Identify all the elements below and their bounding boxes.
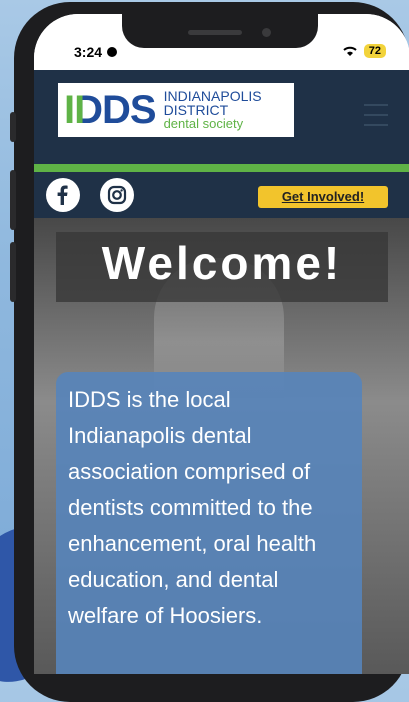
get-involved-button[interactable]: Get Involved! bbox=[258, 186, 388, 208]
volume-up-button bbox=[10, 170, 16, 230]
logo-mark: IDDS bbox=[64, 87, 157, 132]
hamburger-menu-icon[interactable] bbox=[364, 104, 388, 134]
idds-logo[interactable]: IDDS INDIANAPOLIS DISTRICT dental societ… bbox=[58, 83, 294, 137]
status-bar: 3:24 72 bbox=[34, 14, 409, 70]
camera-icon bbox=[262, 28, 271, 37]
logo-line-3: dental society bbox=[163, 116, 244, 131]
phone-screen: 3:24 72 IDDS INDIANAPOLIS DISTRICT denta… bbox=[34, 14, 409, 674]
site-header: IDDS INDIANAPOLIS DISTRICT dental societ… bbox=[34, 70, 409, 172]
volume-down-button bbox=[10, 242, 16, 302]
logo-wordmark: INDIANAPOLIS DISTRICT dental society bbox=[164, 89, 262, 131]
social-bar: Get Involved! bbox=[34, 172, 409, 218]
facebook-icon[interactable] bbox=[46, 178, 80, 212]
mute-switch bbox=[10, 112, 16, 142]
clock: 3:24 bbox=[74, 44, 118, 60]
logo-line-1: INDIANAPOLIS bbox=[163, 88, 262, 104]
notch bbox=[122, 14, 318, 48]
time-label: 3:24 bbox=[74, 44, 103, 60]
hero-section: Welcome! IDDS is the local Indianapolis … bbox=[34, 218, 409, 674]
logo-line-2: DISTRICT bbox=[163, 102, 229, 118]
phone-frame: 3:24 72 IDDS INDIANAPOLIS DISTRICT denta… bbox=[10, 2, 409, 702]
welcome-heading: Welcome! bbox=[101, 237, 343, 289]
battery-indicator: 72 bbox=[363, 44, 386, 58]
about-text: IDDS is the local Indianapolis dental as… bbox=[68, 387, 317, 628]
instagram-icon[interactable] bbox=[100, 178, 134, 212]
speaker-icon bbox=[188, 30, 242, 35]
wifi-icon bbox=[343, 46, 357, 56]
status-icons: 72 bbox=[342, 44, 386, 58]
moon-icon bbox=[107, 47, 118, 57]
about-box: IDDS is the local Indianapolis dental as… bbox=[56, 372, 362, 674]
